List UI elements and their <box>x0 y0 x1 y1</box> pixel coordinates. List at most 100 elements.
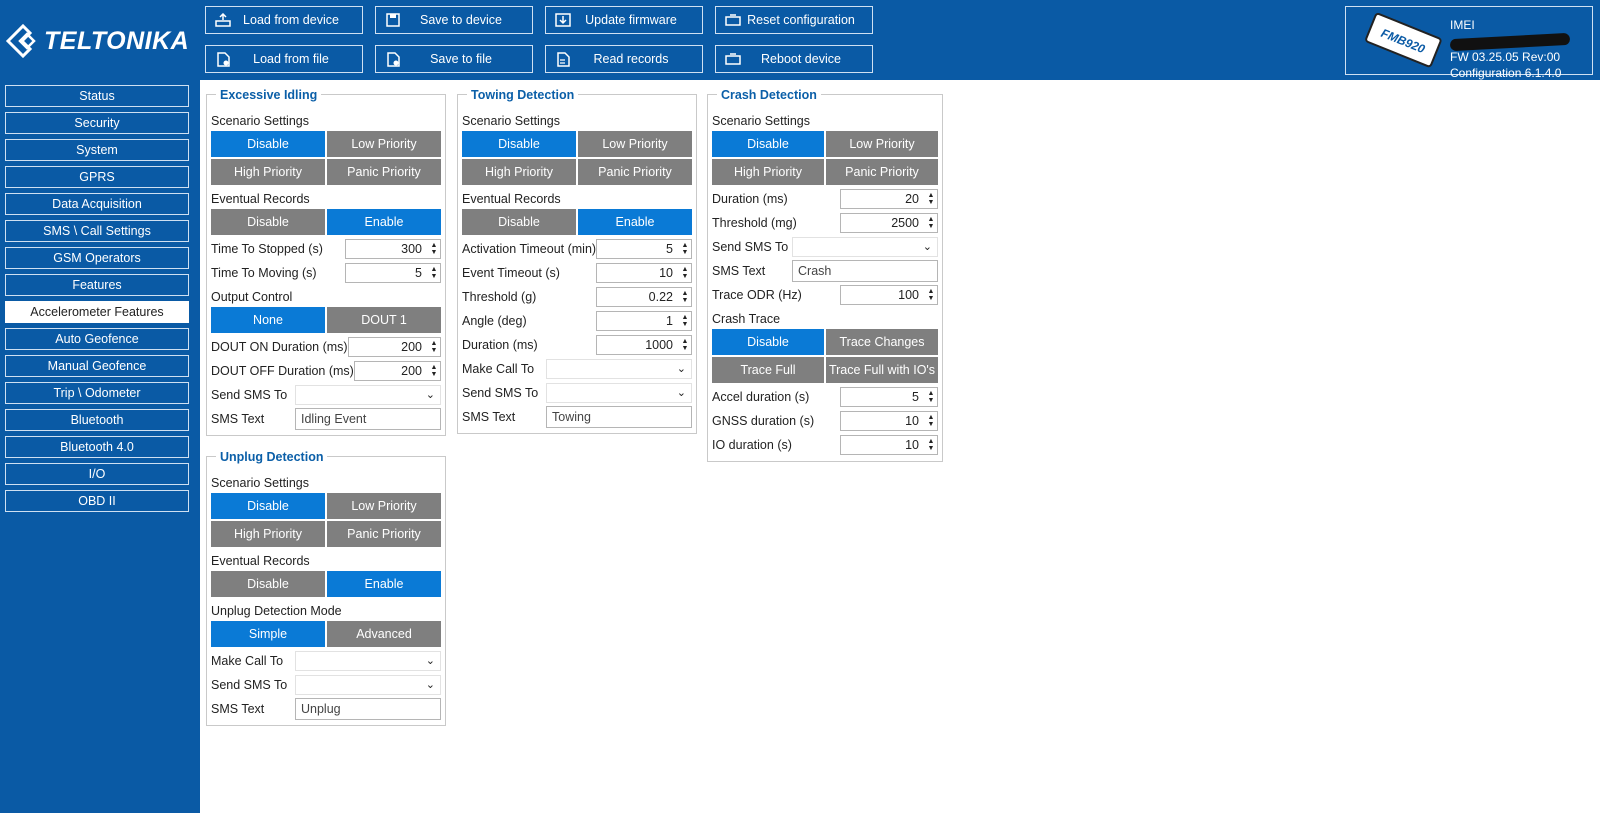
towing-duration-input[interactable]: 1000 ▲ ▼ <box>596 335 692 355</box>
towing-detection-title: Towing Detection <box>467 88 579 102</box>
towing-eventual-enable-option[interactable]: Enable <box>578 209 692 235</box>
spinner-icon[interactable]: ▲ ▼ <box>925 388 937 406</box>
dout-on-duration-input[interactable]: 200 ▲ ▼ <box>347 337 441 357</box>
spinner-icon[interactable]: ▲ ▼ <box>925 190 937 208</box>
sidebar-item-manual-geofence[interactable]: Manual Geofence <box>5 355 189 377</box>
trace-odr-input[interactable]: 100 ▲ ▼ <box>840 285 938 305</box>
sidebar-item-obd-ii[interactable]: OBD II <box>5 490 189 512</box>
sidebar-item-accelerometer-features[interactable]: Accelerometer Features <box>5 301 189 323</box>
spinner-icon[interactable]: ▲ ▼ <box>679 264 691 282</box>
sidebar-item-security[interactable]: Security <box>5 112 189 134</box>
unplug-panic-priority-option[interactable]: Panic Priority <box>327 521 441 547</box>
towing-threshold-input[interactable]: 0.22 ▲ ▼ <box>596 287 692 307</box>
spinner-icon[interactable]: ▲ ▼ <box>428 338 440 356</box>
time-to-moving-input[interactable]: 5 ▲ ▼ <box>345 263 441 283</box>
spinner-icon[interactable]: ▲ ▼ <box>925 286 937 304</box>
output-none-option[interactable]: None <box>211 307 325 333</box>
crash-send-sms-select[interactable]: ⌄ <box>792 237 938 257</box>
read-records-button[interactable]: Read records <box>545 45 703 73</box>
time-to-stopped-input[interactable]: 300 ▲ ▼ <box>345 239 441 259</box>
idling-high-priority-option[interactable]: High Priority <box>211 159 325 185</box>
save-to-file-button[interactable]: Save to file <box>375 45 533 73</box>
trace-full-option[interactable]: Trace Full <box>712 357 824 383</box>
spinner-icon[interactable]: ▲ ▼ <box>679 312 691 330</box>
sidebar-item-io[interactable]: I/O <box>5 463 189 485</box>
reboot-device-button[interactable]: Reboot device <box>715 45 873 73</box>
unplug-simple-option[interactable]: Simple <box>211 621 325 647</box>
spinner-icon[interactable]: ▲ ▼ <box>428 362 440 380</box>
crash-panic-priority-option[interactable]: Panic Priority <box>826 159 938 185</box>
idling-eventual-disable-option[interactable]: Disable <box>211 209 325 235</box>
event-timeout-input[interactable]: 10 ▲ ▼ <box>596 263 692 283</box>
trace-full-io-option[interactable]: Trace Full with IO's <box>826 357 938 383</box>
sidebar-item-gprs[interactable]: GPRS <box>5 166 189 188</box>
crash-disable-option[interactable]: Disable <box>712 131 824 157</box>
unplug-advanced-option[interactable]: Advanced <box>327 621 441 647</box>
idling-disable-option[interactable]: Disable <box>211 131 325 157</box>
unplug-high-priority-option[interactable]: High Priority <box>211 521 325 547</box>
crash-duration-input[interactable]: 20 ▲ ▼ <box>840 189 938 209</box>
unplug-low-priority-option[interactable]: Low Priority <box>327 493 441 519</box>
towing-send-sms-select[interactable]: ⌄ <box>546 383 692 403</box>
update-firmware-button[interactable]: Update firmware <box>545 6 703 34</box>
idling-panic-priority-option[interactable]: Panic Priority <box>327 159 441 185</box>
download-device-icon <box>212 11 234 29</box>
idling-sms-text-input[interactable]: Idling Event <box>295 408 441 430</box>
sms-text-label: SMS Text <box>211 412 265 426</box>
unplug-send-sms-select[interactable]: ⌄ <box>295 675 441 695</box>
unplug-make-call-select[interactable]: ⌄ <box>295 651 441 671</box>
sidebar-item-data-acquisition[interactable]: Data Acquisition <box>5 193 189 215</box>
spinner-icon[interactable]: ▲ ▼ <box>925 214 937 232</box>
sidebar-item-bluetooth[interactable]: Bluetooth <box>5 409 189 431</box>
spinner-icon[interactable]: ▲ ▼ <box>679 336 691 354</box>
unplug-eventual-enable-option[interactable]: Enable <box>327 571 441 597</box>
activation-timeout-input[interactable]: 5 ▲ ▼ <box>596 239 692 259</box>
spinner-icon[interactable]: ▲ ▼ <box>925 436 937 454</box>
unplug-disable-option[interactable]: Disable <box>211 493 325 519</box>
crash-high-priority-option[interactable]: High Priority <box>712 159 824 185</box>
angle-input[interactable]: 1 ▲ ▼ <box>596 311 692 331</box>
towing-low-priority-option[interactable]: Low Priority <box>578 131 692 157</box>
idling-scenario-selector: Disable Low Priority High Priority Panic… <box>211 131 441 185</box>
spinner-icon[interactable]: ▲ ▼ <box>428 240 440 258</box>
event-timeout-row: Event Timeout (s) 10 ▲ ▼ <box>462 261 692 285</box>
spinner-icon[interactable]: ▲ ▼ <box>428 264 440 282</box>
towing-eventual-disable-option[interactable]: Disable <box>462 209 576 235</box>
sidebar-item-trip-odometer[interactable]: Trip \ Odometer <box>5 382 189 404</box>
io-duration-input[interactable]: 10 ▲ ▼ <box>840 435 938 455</box>
sidebar-item-system[interactable]: System <box>5 139 189 161</box>
spinner-icon[interactable]: ▲ ▼ <box>679 288 691 306</box>
spinner-icon[interactable]: ▲ ▼ <box>679 240 691 258</box>
dout-off-duration-input[interactable]: 200 ▲ ▼ <box>353 361 441 381</box>
gnss-duration-input[interactable]: 10 ▲ ▼ <box>840 411 938 431</box>
towing-sms-text-input[interactable]: Towing <box>546 406 692 428</box>
load-from-file-button[interactable]: Load from file <box>205 45 363 73</box>
sidebar-item-status[interactable]: Status <box>5 85 189 107</box>
sidebar-item-auto-geofence[interactable]: Auto Geofence <box>5 328 189 350</box>
towing-panic-priority-option[interactable]: Panic Priority <box>578 159 692 185</box>
save-to-device-button[interactable]: Save to device <box>375 6 533 34</box>
trace-changes-option[interactable]: Trace Changes <box>826 329 938 355</box>
towing-disable-option[interactable]: Disable <box>462 131 576 157</box>
idling-low-priority-option[interactable]: Low Priority <box>327 131 441 157</box>
output-dout1-option[interactable]: DOUT 1 <box>327 307 441 333</box>
crash-low-priority-option[interactable]: Low Priority <box>826 131 938 157</box>
idling-eventual-enable-option[interactable]: Enable <box>327 209 441 235</box>
reset-configuration-button[interactable]: Reset configuration <box>715 6 873 34</box>
unplug-sms-text-input[interactable]: Unplug <box>295 698 441 720</box>
idling-send-sms-select[interactable]: ⌄ <box>295 385 441 405</box>
sidebar-item-bluetooth-4[interactable]: Bluetooth 4.0 <box>5 436 189 458</box>
unplug-eventual-disable-option[interactable]: Disable <box>211 571 325 597</box>
towing-make-call-select[interactable]: ⌄ <box>546 359 692 379</box>
send-sms-to-label: Send SMS To <box>211 388 288 402</box>
crash-threshold-input[interactable]: 2500 ▲ ▼ <box>840 213 938 233</box>
load-from-device-button[interactable]: Load from device <box>205 6 363 34</box>
accel-duration-input[interactable]: 5 ▲ ▼ <box>840 387 938 407</box>
spinner-icon[interactable]: ▲ ▼ <box>925 412 937 430</box>
sidebar-item-features[interactable]: Features <box>5 274 189 296</box>
crash-sms-text-input[interactable]: Crash <box>792 260 938 282</box>
trace-disable-option[interactable]: Disable <box>712 329 824 355</box>
sidebar-item-gsm-operators[interactable]: GSM Operators <box>5 247 189 269</box>
sidebar-item-sms-call-settings[interactable]: SMS \ Call Settings <box>5 220 189 242</box>
towing-high-priority-option[interactable]: High Priority <box>462 159 576 185</box>
